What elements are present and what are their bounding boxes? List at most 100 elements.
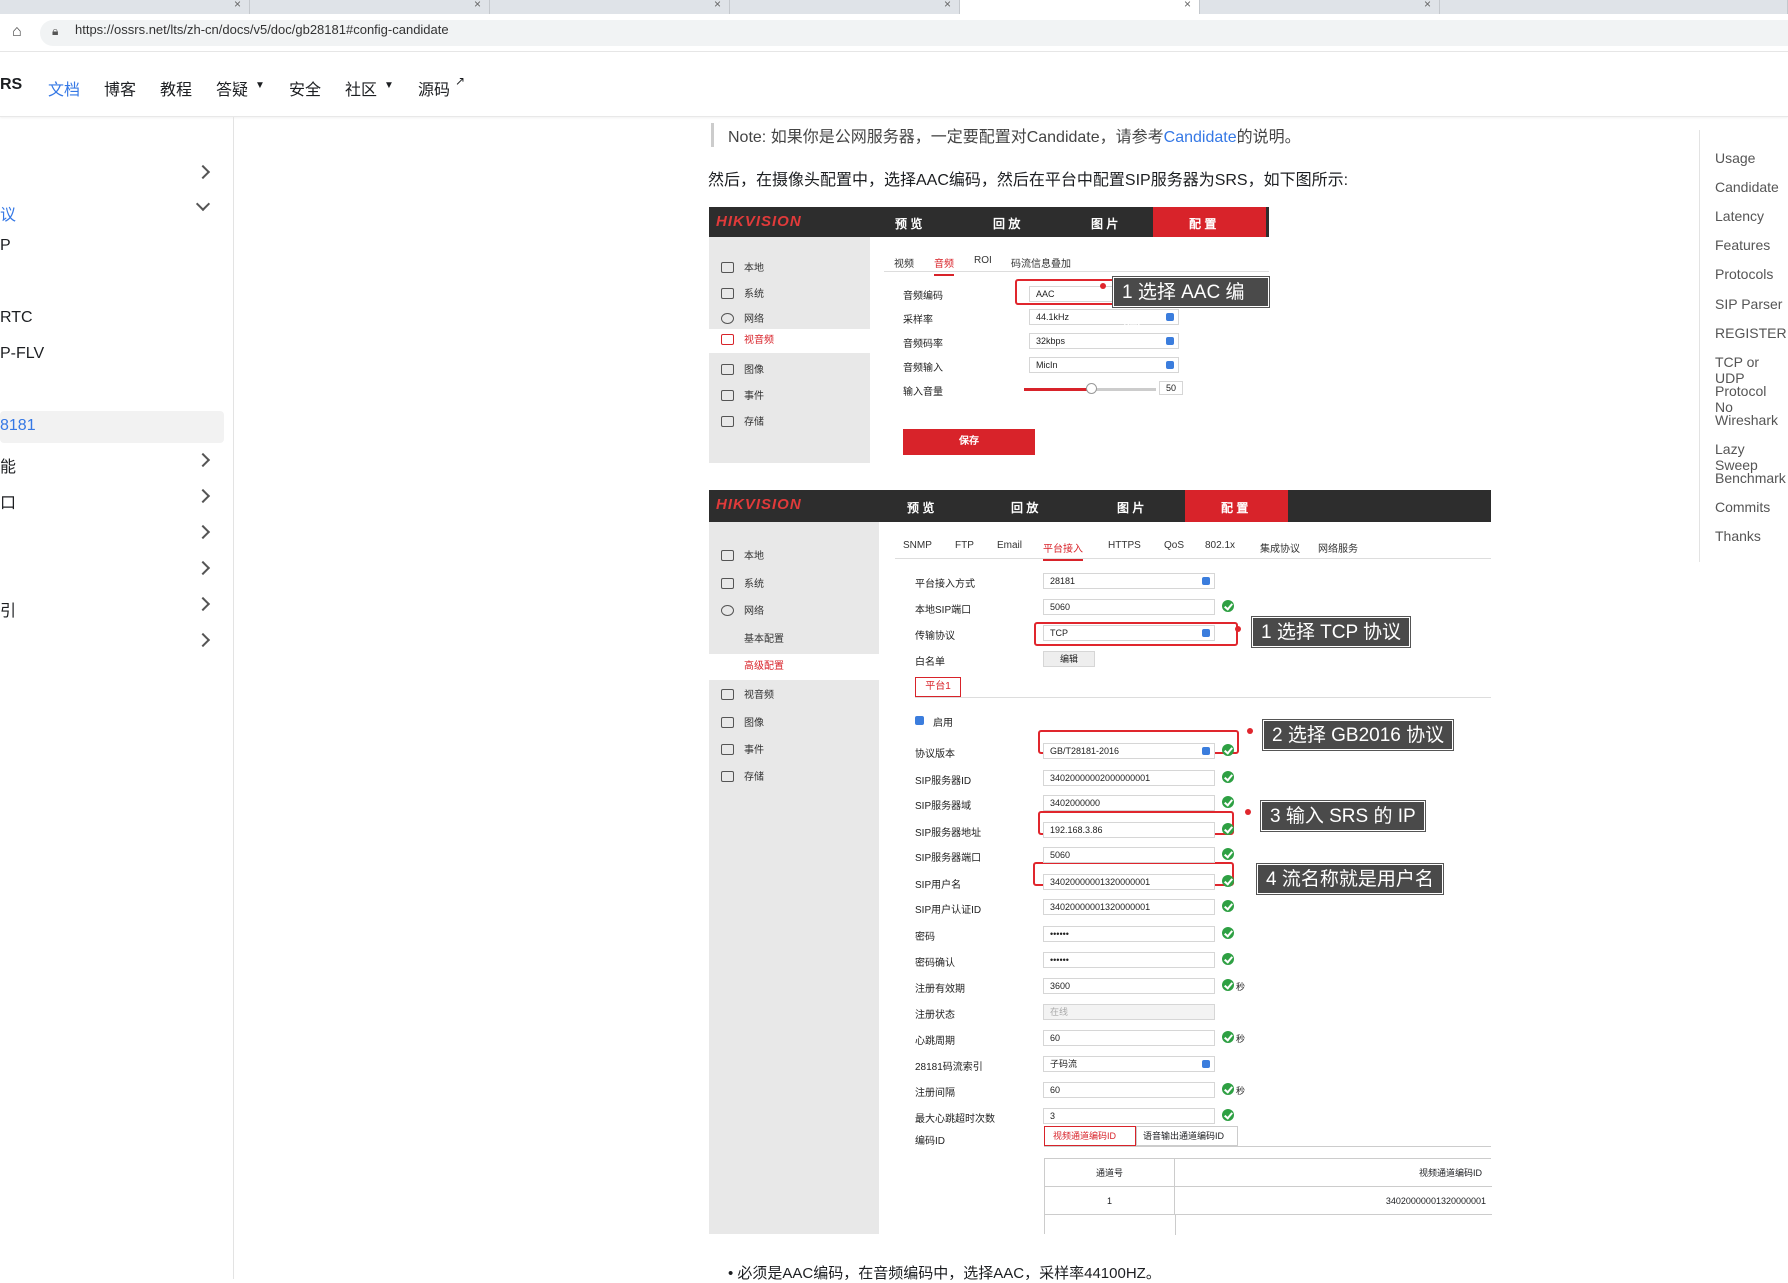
sidebar-item[interactable]: RTC bbox=[0, 303, 224, 335]
chevron-down-icon bbox=[195, 196, 211, 212]
toc-link[interactable]: Wireshark bbox=[1715, 412, 1778, 428]
nav-tutorial[interactable]: 教程 bbox=[160, 76, 192, 100]
toc-link[interactable]: Usage bbox=[1715, 150, 1755, 166]
callout-dot bbox=[1235, 626, 1241, 632]
hik-field-label: 密码确认 bbox=[915, 958, 955, 969]
hik-field-label: 本地SIP端口 bbox=[915, 605, 972, 616]
toc-link[interactable]: Protocols bbox=[1715, 266, 1773, 282]
hik-tab: 预 览 bbox=[907, 501, 935, 515]
sidebar-item[interactable]: 议 bbox=[0, 195, 224, 227]
check-icon bbox=[1222, 771, 1234, 783]
toc-link[interactable]: Lazy Sweep bbox=[1715, 441, 1788, 473]
hik-field-label: 注册状态 bbox=[915, 1010, 955, 1021]
browser-tab[interactable]: × bbox=[0, 0, 250, 14]
hik-field-value: 60 bbox=[1043, 1082, 1215, 1098]
hik-field-label: SIP服务器域 bbox=[915, 801, 972, 812]
nav-faq[interactable]: 答疑 bbox=[216, 76, 248, 100]
sidebar-item[interactable] bbox=[0, 519, 224, 551]
sidebar-item-active[interactable]: 8181 bbox=[0, 411, 224, 443]
hik-field-label: SIP用户认证ID bbox=[915, 905, 982, 916]
hik-field-label: 注册有效期 bbox=[915, 984, 965, 995]
hik-field-label: 音频码率 bbox=[903, 339, 943, 350]
hik-field-label: 协议版本 bbox=[915, 749, 955, 760]
hik-tab: 预 览 bbox=[895, 217, 923, 231]
table-header: 通道号 bbox=[1045, 1159, 1175, 1187]
browser-tab[interactable]: × bbox=[490, 0, 730, 14]
hik-field-label: 平台接入方式 bbox=[915, 579, 975, 590]
sidebar-item[interactable] bbox=[0, 159, 224, 191]
hik-field-label: 心跳周期 bbox=[915, 1036, 955, 1047]
candidate-link[interactable]: Candidate bbox=[1164, 129, 1237, 146]
site-navbar: RS 文档 博客 教程 答疑 ▼ 安全 社区 ▼ 源码 ↗ bbox=[0, 52, 1788, 117]
close-icon[interactable]: × bbox=[714, 0, 721, 11]
chevron-right-icon bbox=[195, 488, 211, 504]
hik-field-label: 密码 bbox=[915, 932, 935, 943]
sidebar-item[interactable]: P bbox=[0, 231, 224, 263]
hik-field-value: •••••• bbox=[1043, 952, 1215, 968]
browser-tab[interactable] bbox=[1440, 0, 1788, 14]
browser-tab-active[interactable]: × bbox=[960, 0, 1200, 14]
hik-field-value: 34020000001320000001 bbox=[1043, 874, 1215, 890]
toc-link[interactable]: Features bbox=[1715, 237, 1770, 253]
callout-label: 1 选择 TCP 协议 bbox=[1252, 617, 1411, 647]
nav-source[interactable]: 源码 bbox=[418, 76, 450, 100]
check-icon bbox=[1222, 848, 1234, 860]
hik-field-label: SIP服务器端口 bbox=[915, 853, 982, 864]
hik-code-tab-active: 视频通道编码ID bbox=[1044, 1126, 1136, 1146]
toc-link[interactable]: TCP or UDP bbox=[1715, 354, 1788, 386]
toc-link[interactable]: Latency bbox=[1715, 208, 1764, 224]
hik-menu-item: 网络 bbox=[721, 310, 764, 325]
sidebar-item[interactable]: 引 bbox=[0, 591, 224, 623]
hik-submenu-item-selected: 高级配置 bbox=[709, 654, 879, 680]
hik-enable-label: 启用 bbox=[933, 718, 953, 729]
toc-link[interactable]: Commits bbox=[1715, 499, 1770, 515]
table-cell: 1 bbox=[1045, 1187, 1175, 1215]
home-icon[interactable]: ⌂ bbox=[12, 23, 22, 41]
nav-community[interactable]: 社区 bbox=[345, 76, 377, 100]
browser-tab[interactable]: × bbox=[730, 0, 960, 14]
close-icon[interactable]: × bbox=[1424, 0, 1431, 11]
sidebar-item[interactable]: 口 bbox=[0, 483, 224, 515]
hik-menu-item: 本地 bbox=[721, 259, 764, 274]
lock-icon[interactable]: 🔒︎ bbox=[52, 24, 58, 39]
check-icon bbox=[1222, 1031, 1234, 1043]
browser-tab[interactable]: × bbox=[250, 0, 490, 14]
toc-link[interactable]: Benchmark bbox=[1715, 470, 1786, 486]
hik-unit-label: 秒 bbox=[1236, 982, 1246, 992]
toc-link[interactable]: SIP Parser bbox=[1715, 296, 1782, 312]
docs-sidebar: 议 P RTC P-FLV 8181 能 口 引 bbox=[0, 117, 234, 1279]
close-icon[interactable]: × bbox=[234, 0, 241, 11]
sidebar-item[interactable] bbox=[0, 627, 224, 659]
sidebar-item[interactable]: P-FLV bbox=[0, 339, 224, 371]
sidebar-item[interactable]: 能 bbox=[0, 447, 224, 479]
highlight-box bbox=[1034, 622, 1238, 646]
chevron-right-icon bbox=[195, 632, 211, 648]
callout-dot bbox=[1100, 283, 1106, 289]
nav-blog[interactable]: 博客 bbox=[104, 76, 136, 100]
hik-menu-item: 系统 bbox=[721, 285, 764, 300]
nav-security[interactable]: 安全 bbox=[289, 76, 321, 100]
sidebar-item[interactable] bbox=[0, 555, 224, 587]
brand-logo[interactable]: RS bbox=[0, 76, 22, 94]
check-icon bbox=[1222, 600, 1234, 612]
url-text[interactable]: https://ossrs.net/lts/zh-cn/docs/v5/doc/… bbox=[75, 22, 449, 37]
nav-docs[interactable]: 文档 bbox=[48, 76, 80, 100]
hik-field-label: 编码ID bbox=[915, 1136, 945, 1147]
toc-link[interactable]: REGISTER bbox=[1715, 325, 1787, 341]
table-cell: 34020000001320000001 bbox=[1175, 1187, 1492, 1215]
hik-field-value: 32kbps bbox=[1029, 333, 1179, 349]
hik-field-label: 白名单 bbox=[915, 657, 945, 668]
hik-menu-item-selected: 视音频 bbox=[709, 329, 870, 353]
hik-tab: 配 置 bbox=[1221, 501, 1249, 515]
browser-tab[interactable]: × bbox=[1200, 0, 1440, 14]
toc-link[interactable]: Candidate bbox=[1715, 179, 1779, 195]
browser-tab-strip: × × × × × × bbox=[0, 0, 1788, 14]
toc-link[interactable]: Protocol No bbox=[1715, 383, 1788, 415]
hik-tab: 图 片 bbox=[1091, 217, 1119, 231]
hik-field-value: 192.168.3.86 bbox=[1043, 822, 1215, 838]
close-icon[interactable]: × bbox=[474, 0, 481, 11]
close-icon[interactable]: × bbox=[1184, 0, 1191, 11]
toc-link[interactable]: Thanks bbox=[1715, 528, 1761, 544]
hik-logo: HIKVISION bbox=[716, 213, 802, 230]
close-icon[interactable]: × bbox=[944, 0, 951, 11]
